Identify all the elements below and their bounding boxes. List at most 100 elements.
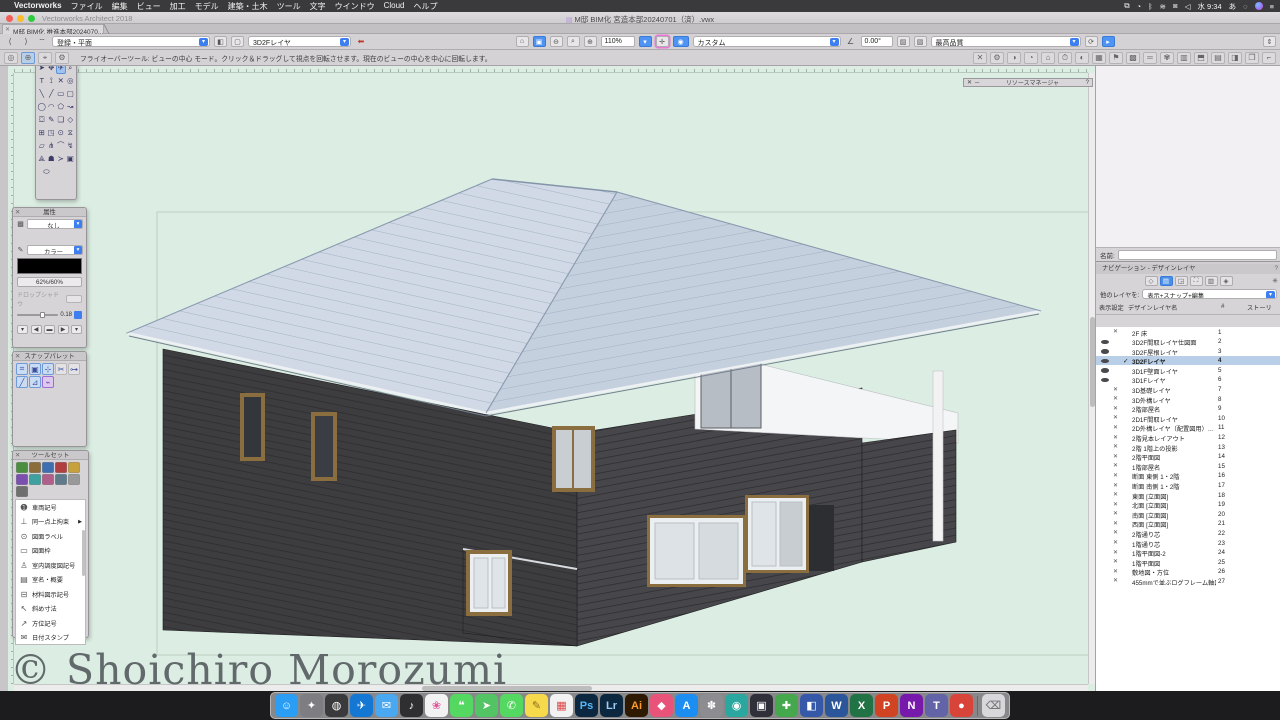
snap-tool-1[interactable]: ▣ <box>29 363 41 375</box>
dock-icon-appstore[interactable]: A <box>675 694 698 717</box>
toolset-category-5[interactable] <box>16 474 28 485</box>
layer-row-12[interactable]: ✕2階見本レイアウト12 <box>1096 433 1280 443</box>
dock-icon-finder[interactable]: ☺ <box>275 694 298 717</box>
visibility-hidden-icon[interactable]: ✕ <box>1113 434 1118 441</box>
visibility-hidden-icon[interactable]: ✕ <box>1113 462 1118 469</box>
basic-tool-26[interactable]: ⌒ <box>56 139 66 152</box>
toolset-scrollbar[interactable] <box>82 530 85 576</box>
zoom-percent-field[interactable]: 110% <box>601 36 635 47</box>
toolset-item-0[interactable]: ➊車両記号 <box>16 500 85 515</box>
layer-row-25[interactable]: ✕1階平面図25 <box>1096 557 1280 567</box>
layer-row-24[interactable]: ✕1階平面図-224 <box>1096 548 1280 558</box>
render-option-icon-11[interactable]: ✾ <box>1160 52 1174 64</box>
render-option-icon-13[interactable]: ⬒ <box>1194 52 1208 64</box>
render-option-icon-6[interactable]: ◐ <box>1075 52 1089 64</box>
dock-icon-notes[interactable]: ✎ <box>525 694 548 717</box>
lock-icon[interactable]: ⌂ <box>516 36 529 47</box>
render-option-icon-2[interactable]: ◑ <box>1007 52 1021 64</box>
active-layer-dropdown[interactable]: 3D2Fレイヤ <box>248 36 351 47</box>
layer-row-7[interactable]: ✕3D基礎レイヤ7 <box>1096 385 1280 395</box>
toolset-item-9[interactable]: ✉日付スタンプ <box>16 631 85 646</box>
render-option-icon-12[interactable]: ▥ <box>1177 52 1191 64</box>
basic-tool-20[interactable]: ⊞ <box>37 126 47 139</box>
visibility-hidden-icon[interactable]: ✕ <box>1113 577 1118 584</box>
fit-view-button[interactable]: ▣ <box>533 36 546 47</box>
toolset-category-6[interactable] <box>29 474 41 485</box>
opacity-button[interactable]: 62%/60% <box>17 277 82 287</box>
toolset-category-1[interactable] <box>29 462 41 473</box>
layer-row-23[interactable]: ✕1階通り芯23 <box>1096 538 1280 548</box>
dock-icon-dark-app-2[interactable]: ▣ <box>750 694 773 717</box>
visibility-hidden-icon[interactable]: ✕ <box>1113 529 1118 536</box>
lineweight-dropdown-icon[interactable] <box>74 311 82 319</box>
toolset-category-10[interactable] <box>16 486 28 497</box>
layer-row-1[interactable]: ✕2F 床1 <box>1096 327 1280 337</box>
visibility-hidden-icon[interactable]: ✕ <box>1113 386 1118 393</box>
navigation-tab-3[interactable]: ⛶ <box>1190 276 1203 286</box>
snap-tool-3[interactable]: ✂ <box>55 363 67 375</box>
navigation-menu-icon[interactable]: ✳ <box>1272 277 1278 285</box>
navigation-tab-1[interactable]: ▤ <box>1160 276 1173 286</box>
layer-visibility-icon[interactable]: ◧ <box>214 36 227 47</box>
visibility-hidden-icon[interactable]: ✕ <box>1113 539 1118 546</box>
navigation-tab-2[interactable]: ◲ <box>1175 276 1188 286</box>
render-option-icon-8[interactable]: ⚑ <box>1109 52 1123 64</box>
basic-tool-16[interactable]: ⛋ <box>37 113 47 126</box>
layer-row-14[interactable]: ✕2階平面図14 <box>1096 452 1280 462</box>
quality-dropdown[interactable]: 最高品質 <box>931 36 1081 47</box>
layer-row-4[interactable]: ✓3D2Fレイヤ4 <box>1096 356 1280 366</box>
menu-item-3[interactable]: ビュー <box>137 1 161 12</box>
dock-icon-illustrator[interactable]: Ai <box>625 694 648 717</box>
vertical-scrollbar[interactable] <box>1088 73 1095 684</box>
basic-tool-9[interactable]: ╱ <box>47 87 57 100</box>
toolset-category-2[interactable] <box>42 462 54 473</box>
layer-row-21[interactable]: ✕西面 [立面図]21 <box>1096 519 1280 529</box>
dock-icon-onenote[interactable]: N <box>900 694 923 717</box>
visibility-hidden-icon[interactable]: ✕ <box>1113 443 1118 450</box>
visibility-hidden-icon[interactable]: ✕ <box>1113 549 1118 556</box>
angle-field[interactable]: 0.00° <box>861 36 893 47</box>
toolset-item-2[interactable]: ⊙図面ラベル <box>16 529 85 544</box>
resource-manager-close-icon[interactable]: ✕ <box>967 79 972 86</box>
dock-icon-blue-app[interactable]: ◧ <box>800 694 823 717</box>
render-option-icon-14[interactable]: ▤ <box>1211 52 1225 64</box>
snap-tool-2[interactable]: ⊹ <box>42 363 54 375</box>
dock-icon-safari[interactable]: ✈ <box>350 694 373 717</box>
palette-close-icon[interactable]: ✕ <box>15 352 20 361</box>
basic-tool-12[interactable]: ◯ <box>37 100 47 113</box>
basic-tool-31[interactable]: ▣ <box>66 152 76 165</box>
visibility-hidden-icon[interactable]: ✕ <box>1113 568 1118 575</box>
resource-manager-collapsed-window[interactable]: ✕ ─ リソースマネージャ ? <box>963 78 1093 87</box>
visibility-hidden-icon[interactable]: ✕ <box>1113 395 1118 402</box>
marker-button-0[interactable]: ▾ <box>17 325 28 334</box>
dock-icon-maps[interactable]: ➤ <box>475 694 498 717</box>
menu-item-0[interactable]: Vectorworks <box>14 1 62 12</box>
toolset-item-1[interactable]: ⊥同一点上拘束▶ <box>16 515 85 530</box>
dock-icon-excel[interactable]: X <box>850 694 873 717</box>
basic-tool-5[interactable]: ⟟ <box>47 74 57 87</box>
dock-icon-calendar[interactable]: ▦ <box>550 694 573 717</box>
toolset-item-3[interactable]: ▭図面枠 <box>16 544 85 559</box>
zoom-window-icon[interactable]: ⌕ <box>567 36 580 47</box>
visibility-eye-icon[interactable] <box>1101 378 1109 383</box>
snap-tool-7[interactable]: ⌁ <box>42 376 54 388</box>
render-options-icon[interactable]: ▧ <box>914 36 927 47</box>
toolset-category-3[interactable] <box>55 462 67 473</box>
layer-row-13[interactable]: ✕2階 1階上の投影13 <box>1096 442 1280 452</box>
render-mode-icon[interactable]: ▨ <box>897 36 910 47</box>
toolset-category-0[interactable] <box>16 462 28 473</box>
spotlight-icon[interactable]: ◌ <box>1243 2 1247 11</box>
dock-icon-red-app[interactable]: ● <box>950 694 973 717</box>
status-icon-4[interactable]: ⧈ <box>1173 1 1178 11</box>
other-layers-dropdown[interactable]: 表示+スナップ+編集 <box>1142 289 1277 299</box>
drawing-canvas[interactable]: ✕ ─ リソースマネージャ ? © Shoichiro Morozumi <box>8 66 1095 691</box>
zoom-line-icon[interactable]: ⊕ <box>584 36 597 47</box>
flyover-mode-2-button[interactable]: ⊕ <box>21 52 35 64</box>
class-arrow-icon[interactable]: ⬅ <box>355 36 367 47</box>
flyover-settings-button[interactable]: ⚙ <box>55 52 69 64</box>
basic-tool-23[interactable]: ⧖ <box>66 126 76 139</box>
document-tab[interactable]: ✕ M邸 BIM化 推進本部2024070... <box>2 24 104 34</box>
status-icon-1[interactable]: ◔ <box>1137 2 1142 11</box>
siri-icon[interactable] <box>1255 2 1263 10</box>
dock-icon-word[interactable]: W <box>825 694 848 717</box>
